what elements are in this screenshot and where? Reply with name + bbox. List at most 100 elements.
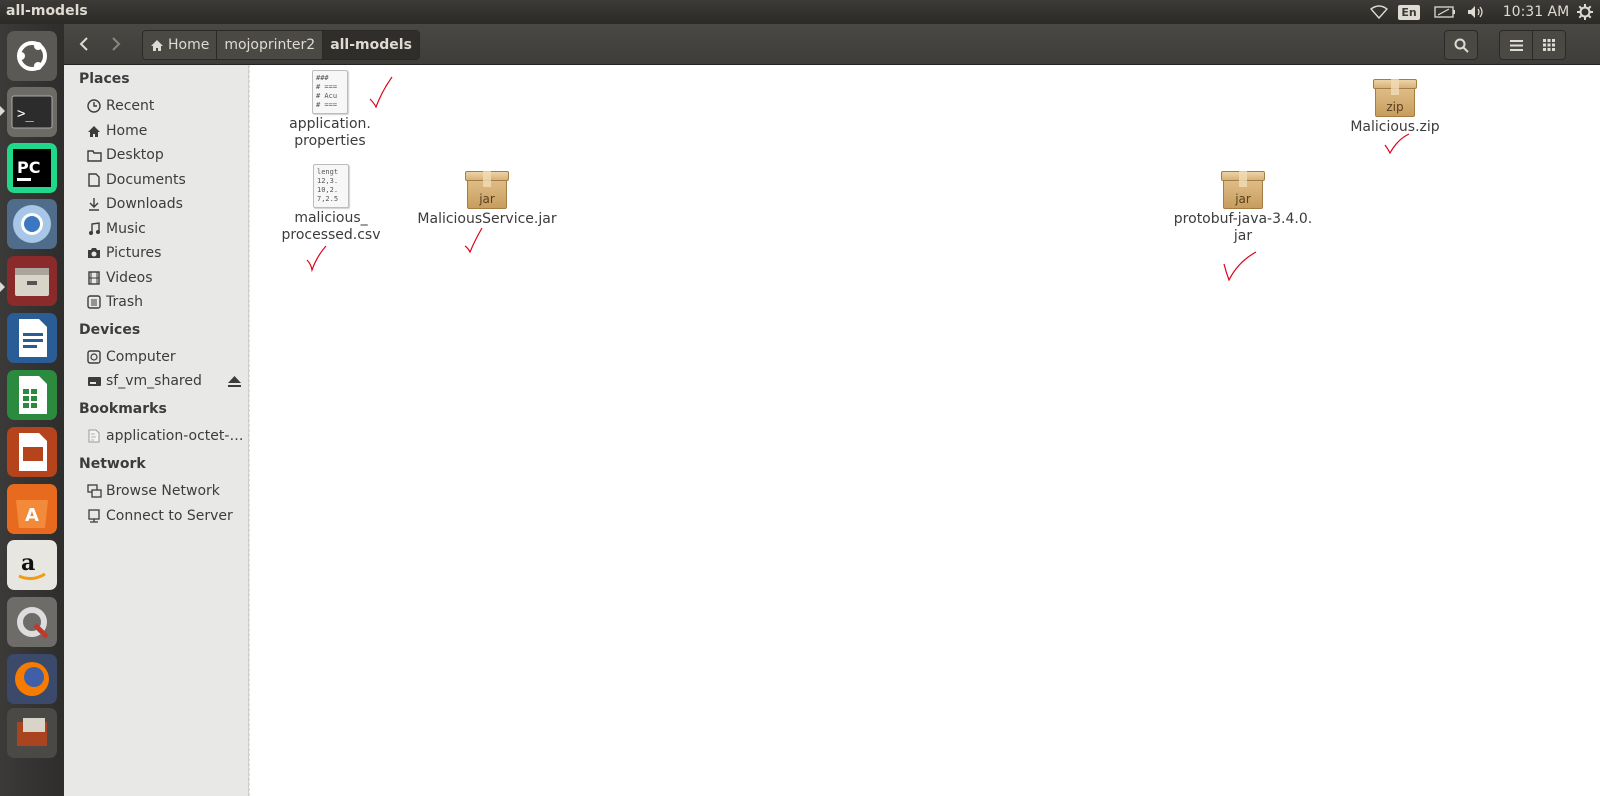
text-file-icon: ### # === # Acu # === [312,70,348,114]
sidebar-item-music[interactable]: Music [85,218,245,240]
breadcrumb-all-models[interactable]: all-models [323,31,419,59]
hamburger-icon [1509,39,1523,51]
drive-icon [85,373,103,389]
breadcrumb-label: Home [168,37,210,53]
sidebar-item-connect-to-server[interactable]: Connect to Server [85,505,245,527]
sidebar-item-videos[interactable]: Videos [85,267,245,289]
checkmark-annotation [1223,251,1257,282]
libreoffice-impress-icon[interactable] [7,427,57,477]
file-name-line: protobuf-java-3.4.0. [1173,211,1313,227]
wifi-icon[interactable] [1366,0,1392,24]
grid-icon [1543,39,1555,51]
breadcrumb-mojoprinter2[interactable]: mojoprinter2 [217,31,324,59]
search-button[interactable] [1444,30,1478,60]
workspaces-icon[interactable] [7,708,57,758]
computer-icon [85,349,103,365]
file-malicious-processed-csv[interactable]: lengt 12,3. 10,2. 7,2.5 malicious_ proce… [275,164,387,244]
breadcrumb-home[interactable]: Home [143,31,218,59]
keyboard-language-indicator[interactable]: En [1398,0,1420,24]
music-icon [85,221,103,237]
sidebar-item-sf-vm-shared[interactable]: sf_vm_shared [85,370,225,392]
section-devices: Devices [79,322,141,338]
sidebar-item-computer[interactable]: Computer [85,346,245,368]
file-malicious-zip[interactable]: zip Malicious.zip [1335,77,1455,136]
file-name: application. properties [289,116,371,150]
sidebar-item-downloads[interactable]: Downloads [85,193,245,215]
trash-icon [85,294,103,310]
header-bar: Home mojoprinter2 all-models [64,24,1600,65]
sidebar-item-label: Browse Network [106,483,220,499]
terminal-icon[interactable]: >_ [7,87,57,137]
file-name: MaliciousService.jar [417,211,556,228]
file-name-line: MaliciousService.jar [417,211,557,227]
chevron-left-icon [79,37,88,51]
network-icon [85,483,103,499]
jar-archive-icon: jar [1221,169,1265,209]
sidebar-item-label: Computer [106,349,176,365]
pycharm-icon[interactable]: PC [7,143,57,193]
document-icon [85,172,103,188]
sidebar-item-label: Music [106,221,146,237]
sidebar-item-pictures[interactable]: Pictures [85,242,245,264]
section-places: Places [79,71,130,87]
amazon-icon[interactable]: a [7,540,57,590]
ubuntu-dash-icon[interactable] [7,31,57,81]
grid-view-button[interactable] [1533,31,1565,59]
sidebar-item-desktop[interactable]: Desktop [85,144,245,166]
checkmark-annotation [1384,133,1410,155]
sidebar-item-browse-network[interactable]: Browse Network [85,480,245,502]
sidebar: Places Recent Home Desktop Documents Dow… [64,65,249,796]
file-name: malicious_ processed.csv [281,210,380,244]
window-title: all-models [6,3,88,19]
top-panel: all-models En 10:31 AM [0,0,1600,24]
camera-icon [85,245,103,261]
archive-badge: jar [479,192,495,206]
system-settings-icon[interactable] [7,597,57,647]
sidebar-item-label: Downloads [106,196,183,212]
libreoffice-calc-icon[interactable] [7,370,57,420]
download-icon [85,196,103,212]
jar-archive-icon: jar [465,169,509,209]
svg-text:PC: PC [17,158,40,177]
clock-icon [85,98,103,114]
file-name-line: application. [289,116,371,132]
sidebar-item-recent[interactable]: Recent [85,95,245,117]
sidebar-item-label: Home [106,123,148,139]
firefox-icon[interactable] [7,654,57,704]
file-name-line: processed.csv [281,227,381,243]
battery-icon[interactable] [1432,0,1458,24]
sidebar-item-home[interactable]: Home [85,120,245,142]
sidebar-item-label: Pictures [106,245,162,261]
view-buttons [1499,30,1566,60]
file-name-line: properties [294,133,366,149]
back-button[interactable] [70,30,98,58]
sidebar-item-label: Videos [106,270,153,286]
chevron-right-icon [112,37,121,51]
launcher: >_ PC A a [0,24,65,796]
libreoffice-writer-icon[interactable] [7,313,57,363]
breadcrumb: Home mojoprinter2 all-models [142,30,420,60]
list-view-button[interactable] [1500,31,1533,59]
file-malicious-service-jar[interactable]: jar MaliciousService.jar [417,169,557,228]
sidebar-item-documents[interactable]: Documents [85,169,245,191]
csv-file-icon: lengt 12,3. 10,2. 7,2.5 [313,164,349,208]
sidebar-item-label: Recent [106,98,155,114]
volume-icon[interactable] [1464,0,1488,24]
software-center-icon[interactable]: A [7,484,57,534]
checkmark-annotation [369,76,393,109]
eject-icon[interactable] [225,373,243,389]
sidebar-item-label: Connect to Server [106,508,233,524]
svg-text:A: A [25,505,39,526]
sidebar-item-trash[interactable]: Trash [85,291,245,313]
folder-icon [85,147,103,163]
session-gear-icon[interactable] [1574,0,1596,24]
file-view[interactable]: ### # === # Acu # === application. prope… [249,65,1600,796]
checkmark-annotation [306,245,327,273]
files-icon[interactable] [7,256,57,306]
file-protobuf-java-jar[interactable]: jar protobuf-java-3.4.0. jar [1173,169,1313,245]
sidebar-item-label: Documents [106,172,186,188]
forward-button[interactable] [102,30,130,58]
chromium-icon[interactable] [7,199,57,249]
clock[interactable]: 10:31 AM [1500,0,1572,24]
sidebar-item-application-octet-stream[interactable]: application-octet-s... [85,425,245,447]
